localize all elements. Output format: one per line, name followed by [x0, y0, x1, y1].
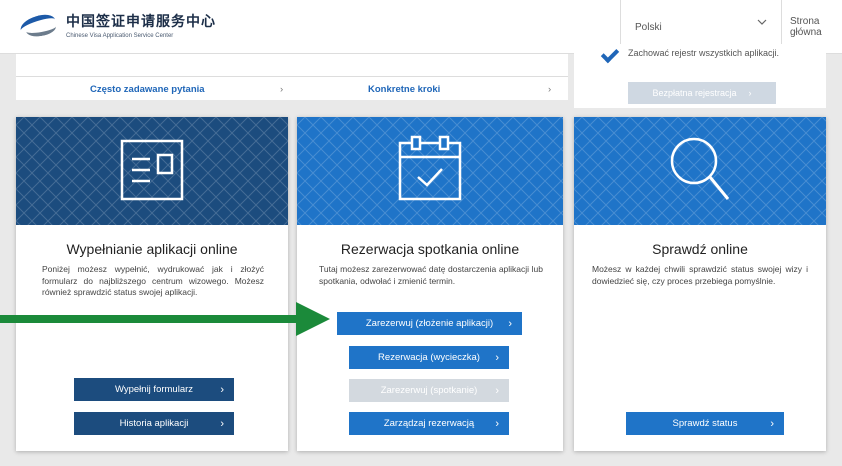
card-online-booking: Rezerwacja spotkania online Tutaj możesz… [297, 117, 563, 451]
calendar-check-icon [398, 135, 462, 201]
book-meeting-button: Zarezerwuj (spotkanie) › [349, 379, 509, 402]
card-description: Poniżej możesz wypełnić, wydrukować jak … [42, 264, 264, 297]
card-check-online: Sprawdź online Możesz w każdej chwili sp… [574, 117, 826, 451]
card-banner [16, 117, 288, 225]
card-description: Tutaj możesz zarezerwować datę dostarcze… [319, 264, 543, 286]
chevron-right-icon: › [508, 317, 512, 330]
manage-booking-button[interactable]: Zarządzaj rezerwacją › [349, 412, 509, 435]
book-submission-button[interactable]: Zarezerwuj (złożenie aplikacji) › [337, 312, 522, 335]
card-title: Sprawdź online [652, 241, 748, 257]
fill-form-button[interactable]: Wypełnij formularz › [74, 378, 234, 401]
chevron-right-icon: › [748, 88, 752, 98]
faq-link-label: Często zadawane pytania [90, 83, 205, 95]
steps-link-label: Konkretne kroki [368, 83, 441, 95]
steps-link[interactable]: Konkretne kroki [368, 78, 568, 100]
card-description: Możesz w każdej chwili sprawdzić status … [592, 264, 808, 286]
chevron-right-icon: › [280, 83, 284, 95]
logo-swoosh-icon [18, 10, 58, 40]
info-links-panel: Często zadawane pytania › Konkretne krok… [16, 54, 568, 100]
checkmark-icon [600, 44, 620, 64]
faq-link[interactable]: Często zadawane pytania [90, 78, 290, 100]
application-history-button[interactable]: Historia aplikacji › [74, 412, 234, 435]
check-status-button[interactable]: Sprawdź status › [626, 412, 784, 435]
magnifier-icon [670, 137, 730, 200]
card-online-application: Wypełnianie aplikacji online Poniżej moż… [16, 117, 288, 451]
chevron-right-icon: › [495, 384, 499, 397]
logo-english-text: Chinese Visa Application Service Center [66, 33, 174, 39]
chevron-right-icon: › [220, 383, 224, 396]
logo[interactable]: 中国签证申请服务中心 Chinese Visa Application Serv… [18, 10, 216, 40]
card-title: Wypełnianie aplikacji online [66, 241, 238, 257]
registration-panel: Zachować rejestr wszystkich aplikacji. B… [574, 44, 826, 108]
card-banner [574, 117, 826, 225]
card-banner [297, 117, 563, 225]
annotation-arrow-shaft [0, 315, 298, 323]
free-registration-button[interactable]: Bezpłatna rejestracja › [628, 82, 776, 104]
application-form-icon [120, 139, 184, 201]
language-value: Polski [635, 21, 662, 33]
chevron-down-icon [757, 18, 767, 29]
logo-chinese-text: 中国签证申请服务中心 [66, 14, 216, 30]
chevron-right-icon: › [770, 417, 774, 430]
book-tour-button[interactable]: Rezerwacja (wycieczka) › [349, 346, 509, 369]
chevron-right-icon: › [220, 417, 224, 430]
chevron-right-icon: › [495, 351, 499, 364]
registration-note: Zachować rejestr wszystkich aplikacji. [628, 48, 780, 58]
chevron-right-icon: › [548, 83, 552, 95]
card-title: Rezerwacja spotkania online [340, 241, 520, 257]
divider [16, 76, 568, 77]
annotation-arrow-head [296, 302, 330, 336]
chevron-right-icon: › [495, 417, 499, 430]
